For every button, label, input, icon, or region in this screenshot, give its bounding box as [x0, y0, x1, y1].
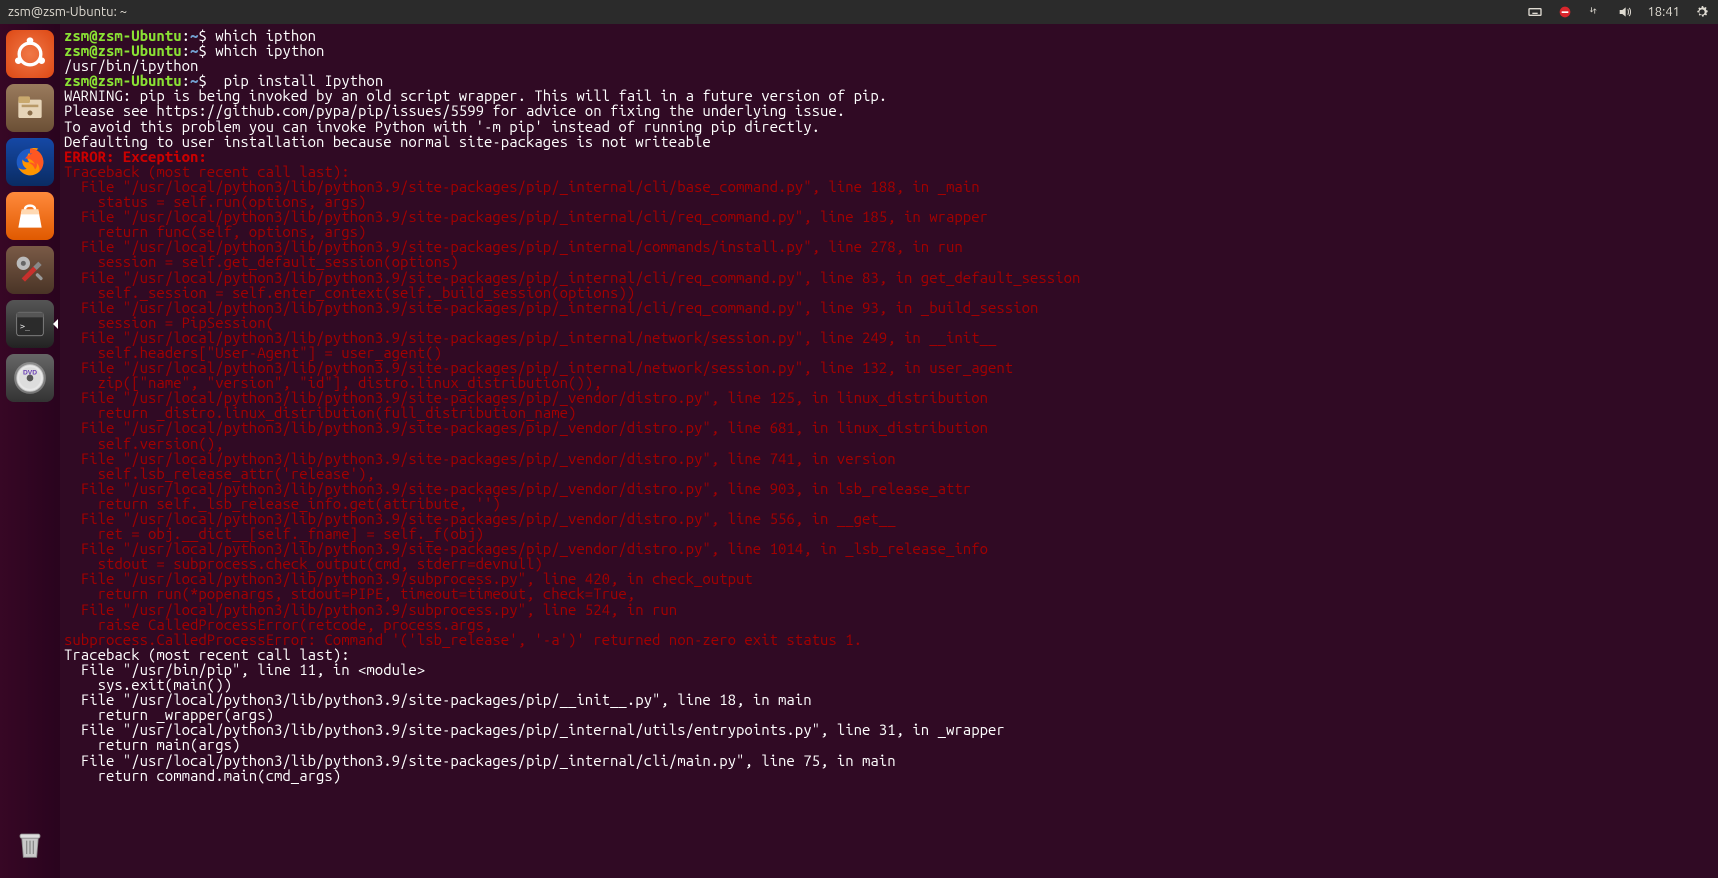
volume-icon[interactable]	[1617, 4, 1633, 20]
terminal-line: File "/usr/local/python3/lib/python3.9/s…	[64, 330, 1714, 345]
terminal-line: return main(args)	[64, 737, 1714, 752]
terminal-line: return run(*popenargs, stdout=PIPE, time…	[64, 586, 1714, 601]
terminal-line: return func(self, options, args)	[64, 224, 1714, 239]
launcher-item-terminal[interactable]: >_	[6, 300, 54, 348]
active-indicator-icon	[53, 319, 58, 329]
terminal-line: File "/usr/local/python3/lib/python3.9/s…	[64, 511, 1714, 526]
terminal-line: subprocess.CalledProcessError: Command '…	[64, 632, 1714, 647]
launcher-item-software[interactable]	[6, 192, 54, 240]
terminal-line: To avoid this problem you can invoke Pyt…	[64, 119, 1714, 134]
terminal-line: File "/usr/local/python3/lib/python3.9/s…	[64, 753, 1714, 768]
prompt-dollar: $	[198, 42, 215, 59]
terminal-line: File "/usr/local/python3/lib/python3.9/s…	[64, 722, 1714, 737]
terminal-line: status = self.run(options, args)	[64, 194, 1714, 209]
terminal-line: return _wrapper(args)	[64, 707, 1714, 722]
terminal-line: ret = obj.__dict__[self._fname] = self._…	[64, 526, 1714, 541]
launcher-item-trash[interactable]	[6, 820, 54, 868]
network-icon[interactable]	[1587, 4, 1603, 20]
terminal-line: return command.main(cmd_args)	[64, 768, 1714, 783]
terminal-line: File "/usr/local/python3/lib/python3.9/s…	[64, 692, 1714, 707]
top-panel: zsm@zsm-Ubuntu: ~ 18:41	[0, 0, 1718, 24]
terminal-line: File "/usr/local/python3/lib/python3.9/s…	[64, 451, 1714, 466]
command-text: which ipython	[215, 42, 324, 59]
terminal-line: ERROR: Exception:	[64, 149, 1714, 164]
terminal-line: raise CalledProcessError(retcode, proces…	[64, 617, 1714, 632]
terminal-line: File "/usr/local/python3/lib/python3.9/s…	[64, 571, 1714, 586]
terminal-line: File "/usr/local/python3/lib/python3.9/s…	[64, 420, 1714, 435]
clock[interactable]: 18:41	[1647, 5, 1680, 19]
terminal-line: return _distro.linux_distribution(full_d…	[64, 405, 1714, 420]
launcher: >_ DVD	[0, 24, 60, 878]
terminal-line: sys.exit(main())	[64, 677, 1714, 692]
terminal-line: WARNING: pip is being invoked by an old …	[64, 88, 1714, 103]
terminal-line: File "/usr/local/python3/lib/python3.9/s…	[64, 270, 1714, 285]
terminal-line: File "/usr/local/python3/lib/python3.9/s…	[64, 390, 1714, 405]
launcher-item-settings[interactable]	[6, 246, 54, 294]
terminal-line: Traceback (most recent call last):	[64, 164, 1714, 179]
launcher-item-dash[interactable]	[6, 30, 54, 78]
terminal-line: zip(["name", "version", "id"], distro.li…	[64, 375, 1714, 390]
terminal-line: /usr/bin/ipython	[64, 58, 1714, 73]
launcher-item-dvd[interactable]: DVD	[6, 354, 54, 402]
terminal-line: File "/usr/local/python3/lib/python3.9/s…	[64, 239, 1714, 254]
terminal-line: self.lsb_release_attr('release'),	[64, 466, 1714, 481]
gear-icon[interactable]	[1694, 4, 1710, 20]
terminal-line: File "/usr/local/python3/lib/python3.9/s…	[64, 481, 1714, 496]
terminal-line: File "/usr/local/python3/lib/python3.9/s…	[64, 602, 1714, 617]
terminal-line: zsm@zsm-Ubuntu:~$ pip install Ipython	[64, 73, 1714, 88]
terminal-line: Please see https://github.com/pypa/pip/i…	[64, 103, 1714, 118]
terminal-line: session = self.get_default_session(optio…	[64, 254, 1714, 269]
terminal-line: self.headers["User-Agent"] = user_agent(…	[64, 345, 1714, 360]
terminal-line: self.version(),	[64, 436, 1714, 451]
terminal-line: File "/usr/local/python3/lib/python3.9/s…	[64, 209, 1714, 224]
terminal-line: File "/usr/local/python3/lib/python3.9/s…	[64, 179, 1714, 194]
terminal-line: zsm@zsm-Ubuntu:~$ which ipython	[64, 43, 1714, 58]
terminal-line: File "/usr/local/python3/lib/python3.9/s…	[64, 360, 1714, 375]
terminal-line: return self._lsb_release_info.get(attrib…	[64, 496, 1714, 511]
terminal-line: zsm@zsm-Ubuntu:~$ which ipthon	[64, 28, 1714, 43]
terminal-line: session = PipSession(	[64, 315, 1714, 330]
terminal-line: self._session = self.enter_context(self.…	[64, 285, 1714, 300]
terminal-line: File "/usr/local/python3/lib/python3.9/s…	[64, 300, 1714, 315]
system-tray: 18:41	[1527, 4, 1710, 20]
terminal-line: File "/usr/bin/pip", line 11, in <module…	[64, 662, 1714, 677]
terminal-line: File "/usr/local/python3/lib/python3.9/s…	[64, 541, 1714, 556]
no-entry-icon[interactable]	[1557, 4, 1573, 20]
launcher-item-firefox[interactable]	[6, 138, 54, 186]
launcher-item-files[interactable]	[6, 84, 54, 132]
svg-text:>_: >_	[20, 321, 31, 331]
terminal-line: Defaulting to user installation because …	[64, 134, 1714, 149]
svg-text:DVD: DVD	[23, 370, 37, 377]
window-title: zsm@zsm-Ubuntu: ~	[8, 5, 127, 19]
terminal-pane[interactable]: zsm@zsm-Ubuntu:~$ which ipthonzsm@zsm-Ub…	[60, 24, 1718, 878]
keyboard-icon[interactable]	[1527, 4, 1543, 20]
terminal-line: stdout = subprocess.check_output(cmd, st…	[64, 556, 1714, 571]
terminal-line: Traceback (most recent call last):	[64, 647, 1714, 662]
output-text: return command.main(cmd_args)	[64, 767, 341, 784]
